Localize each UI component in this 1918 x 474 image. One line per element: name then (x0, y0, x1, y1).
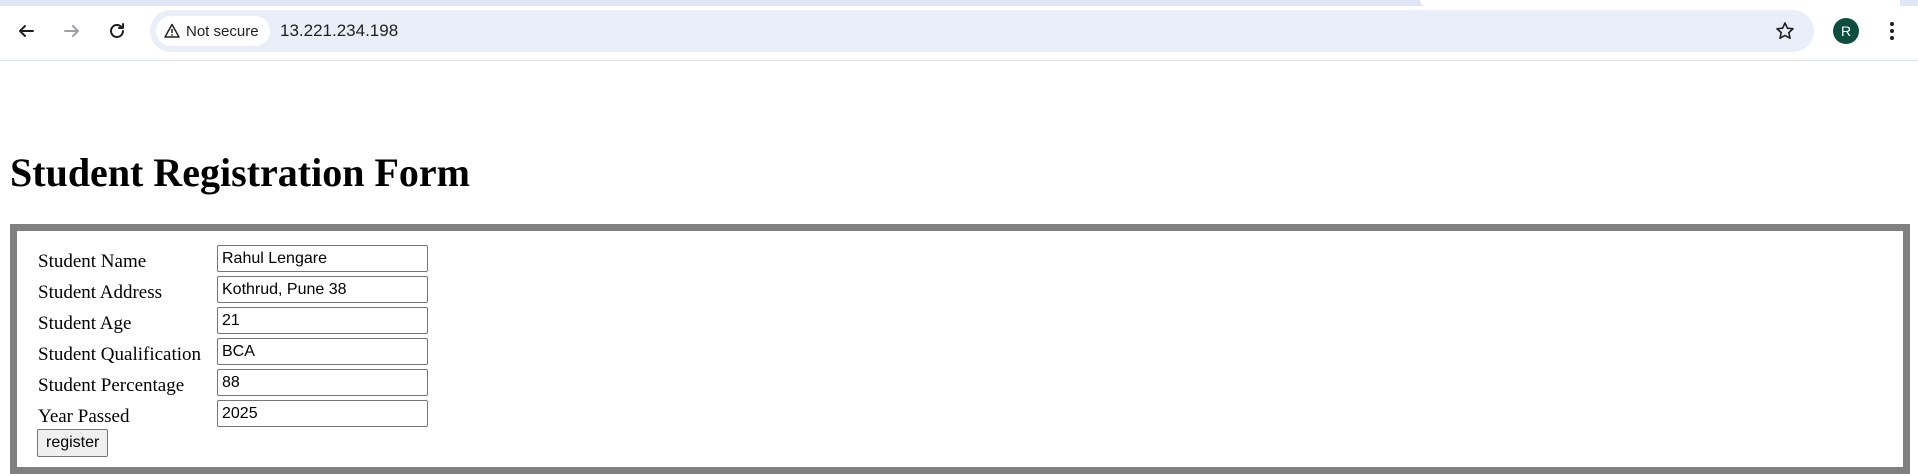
student-name-input[interactable] (217, 245, 428, 272)
arrow-left-icon (19, 25, 34, 37)
forward-button[interactable] (55, 14, 89, 48)
student-age-input[interactable] (217, 307, 428, 334)
security-chip-label: Not secure (186, 22, 259, 40)
kebab-menu-icon (1890, 22, 1894, 40)
reload-button[interactable] (100, 14, 134, 48)
year-passed-input[interactable] (217, 400, 428, 427)
student-name-label: Student Name (38, 251, 147, 272)
registration-form: Student Name Student Address Student Age… (10, 224, 1910, 474)
year-passed-label: Year Passed (38, 406, 130, 427)
url-text[interactable]: 13.221.234.198 (280, 21, 398, 41)
back-button[interactable] (9, 14, 43, 48)
browser-menu-button[interactable] (1882, 16, 1902, 46)
warning-icon (164, 23, 180, 38)
address-bar[interactable]: Not secure 13.221.234.198 (150, 10, 1814, 52)
student-address-label: Student Address (38, 282, 163, 303)
page-title: Student Registration Form (10, 150, 470, 195)
star-icon (1776, 22, 1794, 39)
student-percentage-input[interactable] (217, 369, 428, 396)
profile-avatar[interactable]: R (1833, 18, 1859, 44)
student-qualification-label: Student Qualification (38, 344, 202, 365)
student-age-label: Student Age (38, 313, 132, 334)
tab-strip (0, 0, 1918, 6)
student-percentage-label: Student Percentage (38, 375, 185, 396)
reload-icon (110, 23, 124, 38)
student-qualification-input[interactable] (217, 338, 428, 365)
register-button[interactable]: register (37, 429, 109, 457)
student-address-input[interactable] (217, 276, 428, 303)
browser-toolbar: Not secure 13.221.234.198 R (0, 0, 1918, 61)
bookmark-button[interactable] (1770, 16, 1800, 46)
security-chip[interactable]: Not secure (156, 16, 270, 46)
arrow-right-icon (64, 25, 79, 37)
